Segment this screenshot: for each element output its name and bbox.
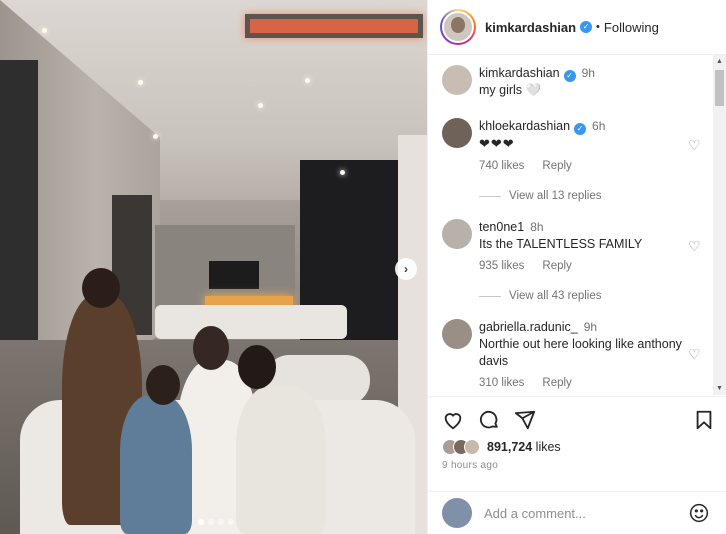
photo-tv — [209, 261, 259, 289]
likes-suffix: likes — [532, 440, 561, 454]
author-username[interactable]: kimkardashian — [485, 20, 576, 35]
comment-username[interactable]: ten0ne1 — [479, 220, 524, 234]
carousel-dot[interactable] — [218, 519, 224, 525]
comment: khloekardashian ✓ 6h ❤❤❤ 740 likes Reply ♡ — [442, 118, 710, 172]
caption-text: my girls 🤍 — [479, 83, 542, 97]
photo-person-head — [193, 326, 229, 370]
comment-input[interactable] — [484, 505, 684, 521]
post-time[interactable]: 9 hours ago — [442, 460, 498, 471]
post-photo[interactable]: › — [0, 0, 427, 534]
chevron-right-icon: › — [404, 262, 408, 276]
photo-person-head — [146, 365, 180, 405]
comment: ten0ne1 8h Its the TALENTLESS FAMILY 935 … — [442, 219, 710, 272]
comment-time: 8h — [530, 220, 544, 234]
caption-avatar[interactable] — [442, 65, 472, 95]
view-replies-button[interactable]: View all 13 replies — [479, 190, 601, 202]
comment-likes[interactable]: 935 likes — [479, 260, 524, 272]
author-avatar[interactable] — [440, 9, 476, 45]
comment-avatar[interactable] — [442, 219, 472, 249]
divider — [479, 295, 501, 297]
smiley-icon[interactable] — [689, 503, 709, 523]
save-icon[interactable] — [693, 409, 715, 431]
header-separator: • — [596, 21, 600, 33]
carousel-dot[interactable] — [228, 519, 234, 525]
post-header: kimkardashian ✓ • Following — [428, 0, 726, 55]
share-icon[interactable] — [514, 409, 536, 431]
comment-composer — [428, 491, 726, 534]
carousel-dot[interactable] — [208, 519, 214, 525]
photo-sofa — [155, 305, 347, 339]
comment-text: Northie out here looking like anthony da… — [479, 337, 682, 368]
comment-likes[interactable]: 740 likes — [479, 160, 524, 172]
comment-time: 9h — [583, 320, 598, 334]
caption: kimkardashian ✓ 9h my girls 🤍 — [442, 65, 710, 99]
liked-by-row[interactable]: 891,724 likes — [442, 439, 561, 455]
avatar — [442, 498, 472, 528]
comments-list: kimkardashian ✓ 9h my girls 🤍 khloekardash… — [428, 55, 714, 395]
comment-username[interactable]: gabriella.radunic_ — [479, 320, 578, 334]
divider — [479, 195, 501, 197]
photo-light — [340, 170, 345, 175]
reply-button[interactable]: Reply — [542, 160, 571, 172]
photo-person — [120, 395, 192, 534]
comment-avatar[interactable] — [442, 118, 472, 148]
photo-person-head — [82, 268, 120, 308]
reply-button[interactable]: Reply — [542, 260, 571, 272]
photo-light — [305, 78, 310, 83]
view-replies-label: View all 13 replies — [509, 190, 602, 202]
comment-likes[interactable]: 310 likes — [479, 377, 524, 389]
comment-text: Its the TALENTLESS FAMILY — [479, 237, 643, 251]
photo-light — [138, 80, 143, 85]
post-side-panel: kimkardashian ✓ • Following kimkardashia… — [427, 0, 726, 534]
verified-badge-icon: ✓ — [574, 123, 587, 135]
scroll-up-icon[interactable]: ▲ — [713, 55, 726, 68]
heart-icon[interactable] — [442, 409, 464, 431]
comment-avatar[interactable] — [442, 319, 472, 349]
photo-light — [153, 134, 158, 139]
comments-scrollbar[interactable]: ▲ ▼ — [713, 55, 726, 395]
avatar — [464, 439, 480, 455]
photo-light — [258, 103, 263, 108]
view-replies-label: View all 43 replies — [509, 290, 602, 302]
photo-heater — [245, 14, 423, 38]
following-button[interactable]: Following — [604, 20, 659, 35]
next-photo-button[interactable]: › — [395, 258, 417, 280]
photo-person-head — [238, 345, 276, 389]
photo-light — [42, 28, 47, 33]
comment-text: ❤❤❤ — [479, 136, 515, 151]
heart-outline-icon[interactable]: ♡ — [688, 239, 702, 253]
view-replies-button[interactable]: View all 43 replies — [479, 290, 601, 302]
comment-username[interactable]: khloekardashian — [479, 119, 570, 133]
comment-time: 6h — [592, 119, 606, 133]
comment-icon[interactable] — [478, 409, 500, 431]
verified-badge-icon: ✓ — [580, 21, 593, 33]
caption-username[interactable]: kimkardashian — [479, 66, 560, 80]
likes-number: 891,724 — [487, 440, 533, 454]
scroll-thumb[interactable] — [715, 70, 724, 106]
verified-badge-icon: ✓ — [563, 70, 576, 82]
carousel-dot[interactable] — [198, 519, 204, 525]
carousel-dots — [198, 519, 234, 525]
caption-time: 9h — [581, 66, 595, 80]
comment: gabriella.radunic_ 9h Northie out here lo… — [442, 319, 710, 389]
reply-button[interactable]: Reply — [542, 377, 571, 389]
heart-outline-icon[interactable]: ♡ — [688, 347, 702, 361]
likes-count[interactable]: 891,724 likes — [487, 440, 561, 454]
photo-person — [236, 385, 326, 534]
scroll-down-icon[interactable]: ▼ — [713, 382, 726, 395]
avatar — [442, 11, 474, 43]
heart-outline-icon[interactable]: ♡ — [688, 138, 702, 152]
